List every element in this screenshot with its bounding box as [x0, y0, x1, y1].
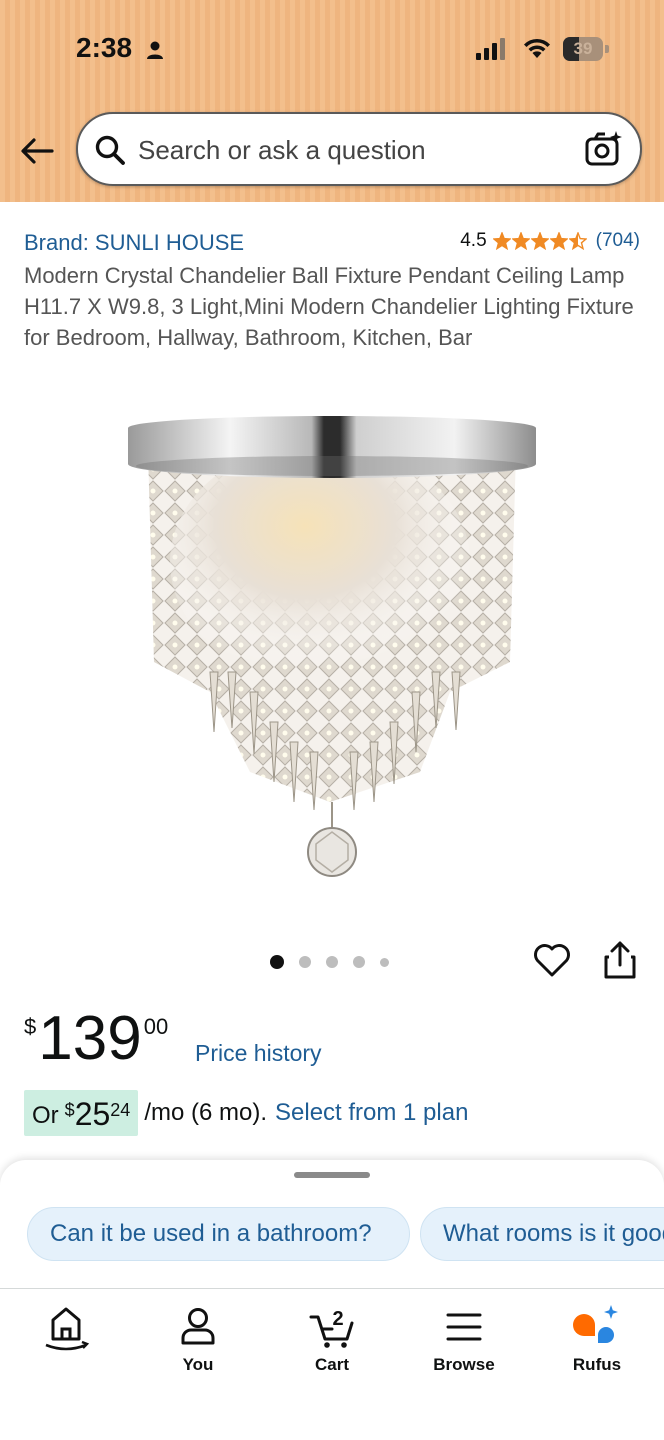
nav-label: Rufus: [572, 1355, 622, 1374]
camera-search-icon[interactable]: [584, 130, 624, 168]
installment-period: /mo (6 mo).: [144, 1099, 267, 1126]
nav-browse[interactable]: Browse: [419, 1303, 509, 1375]
rufus-question-chip[interactable]: Can it be used in a bathroom?: [27, 1207, 410, 1261]
heart-icon[interactable]: [532, 940, 572, 980]
price-history-link[interactable]: Price history: [195, 1040, 322, 1067]
nav-cart[interactable]: 2 Cart: [287, 1303, 377, 1375]
installment-badge: Or $ 25 24: [24, 1090, 139, 1136]
review-count[interactable]: (704): [596, 230, 640, 252]
person-icon: [181, 1308, 215, 1345]
battery-indicator: 39: [563, 37, 609, 61]
bottom-nav: You 2 Cart Browse Rufus: [0, 1288, 664, 1440]
cart-count: 2: [332, 1308, 343, 1330]
brand-link[interactable]: Brand: SUNLI HOUSE: [24, 230, 244, 256]
pagination-dot[interactable]: [353, 956, 365, 968]
sheet-grabber[interactable]: [294, 1172, 370, 1178]
star-icon: [549, 232, 568, 250]
installment-prefix: Or: [32, 1102, 59, 1129]
rufus-sheet: Can it be used in a bathroom? What rooms…: [0, 1160, 664, 1290]
menu-icon: [446, 1313, 482, 1341]
back-button[interactable]: [16, 130, 58, 172]
pagination-dot[interactable]: [270, 955, 284, 969]
back-arrow-icon: [21, 138, 54, 164]
product-image[interactable]: [120, 392, 544, 892]
header: 2:38 39: [0, 0, 664, 202]
rating-summary[interactable]: 4.5 (704): [460, 230, 640, 252]
product-title: Modern Crystal Chandelier Ball Fixture P…: [24, 263, 634, 350]
nav-label: Cart: [314, 1355, 349, 1374]
rufus-icon: [573, 1305, 618, 1343]
pagination-dot[interactable]: [380, 957, 389, 967]
wifi-icon: [524, 38, 550, 58]
rating-stars: [492, 232, 588, 250]
installment-fraction: 24: [110, 1100, 131, 1120]
installment-whole: 25: [74, 1096, 111, 1132]
search-input[interactable]: [138, 128, 558, 172]
nav-label: Browse: [433, 1355, 495, 1374]
nav-label: You: [182, 1355, 214, 1374]
price: $ 139 00: [24, 1006, 168, 1072]
installment-currency: $: [64, 1100, 75, 1120]
status-time: 2:38: [76, 32, 133, 63]
search-icon: [95, 135, 125, 165]
star-icon: [530, 232, 549, 250]
star-icon: [492, 232, 511, 250]
battery-level: 39: [573, 39, 593, 58]
cart-icon: 2: [309, 1308, 354, 1348]
person-status-icon: [147, 41, 163, 59]
price-currency: $: [24, 1014, 37, 1039]
share-icon[interactable]: [601, 940, 639, 980]
price-fraction: 00: [143, 1014, 169, 1039]
home-icon: [45, 1307, 90, 1351]
select-plan-link[interactable]: Select from 1 plan: [275, 1099, 468, 1127]
pagination-dot[interactable]: [299, 956, 311, 968]
nav-rufus[interactable]: Rufus: [552, 1303, 642, 1375]
nav-you[interactable]: You: [153, 1303, 243, 1375]
star-icon: [568, 232, 587, 250]
signal-icon: [476, 38, 505, 60]
search-bar[interactable]: [76, 112, 642, 186]
pagination-dot[interactable]: [326, 956, 338, 968]
rating-value: 4.5: [460, 230, 487, 251]
nav-home[interactable]: [21, 1303, 111, 1355]
image-pagination[interactable]: [270, 955, 404, 969]
price-whole: 139: [38, 1004, 142, 1073]
product-page: 2:38 39 Search or ask a question Brand: …: [0, 0, 664, 1440]
star-icon: [511, 232, 530, 250]
installment-offer: Or $ 25 24 /mo (6 mo). Select from 1 pla…: [24, 1090, 468, 1136]
rufus-question-chip[interactable]: What rooms is it good for?: [420, 1207, 664, 1261]
